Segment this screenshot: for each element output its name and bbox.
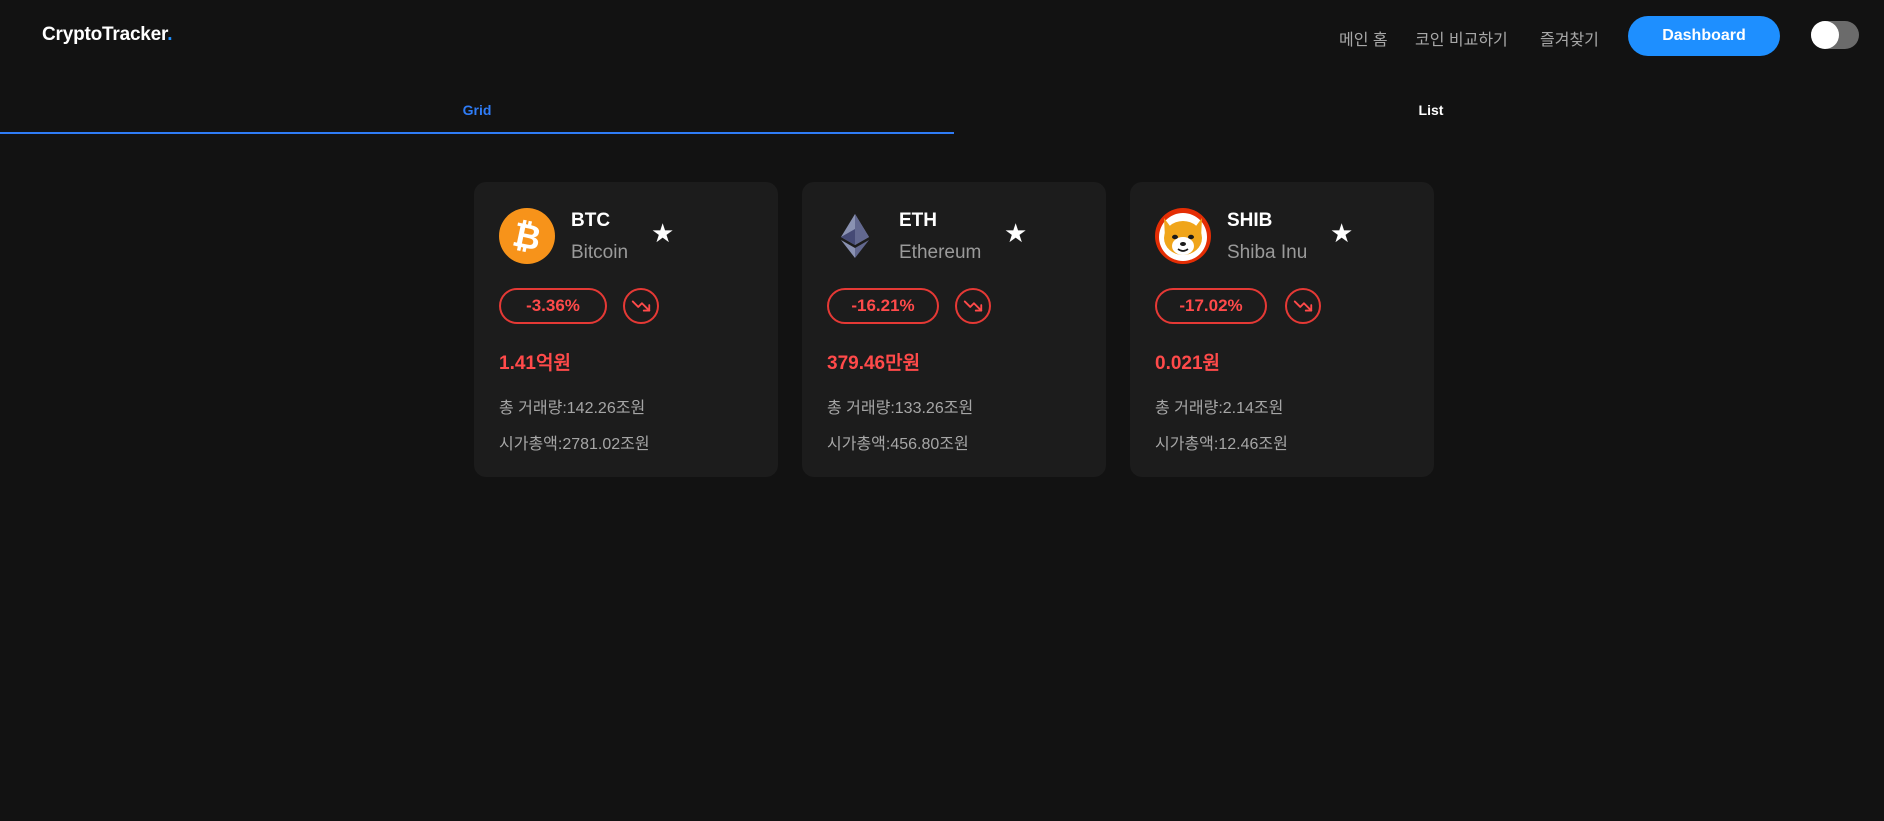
theme-toggle[interactable]: [1811, 21, 1859, 49]
nav-favorites[interactable]: 즐겨찾기: [1540, 26, 1599, 50]
toggle-knob: [1811, 21, 1839, 49]
coin-card-shib[interactable]: SHIB Shiba Inu ★ -17.02% 0.021원 총 거래량:2.…: [1130, 182, 1434, 477]
price-change-badge: -3.36%: [499, 288, 607, 324]
dashboard-button[interactable]: Dashboard: [1628, 16, 1780, 56]
coin-price: 0.021원: [1155, 353, 1221, 374]
market-cap: 시가총액:456.80조원: [827, 430, 969, 454]
nav-compare-coins[interactable]: 코인 비교하기: [1415, 26, 1508, 50]
coin-name: Ethereum: [899, 242, 982, 263]
coin-symbol: ETH: [899, 210, 937, 231]
price-change-badge: -16.21%: [827, 288, 939, 324]
coin-price: 379.46만원: [827, 353, 921, 374]
volume-label: 총 거래량:: [827, 400, 895, 417]
ethereum-icon: [841, 214, 869, 258]
favorite-star-icon[interactable]: ★: [1330, 220, 1353, 246]
volume-value: 2.14조원: [1222, 400, 1284, 417]
trending-down-icon: [955, 288, 991, 324]
cap-label: 시가총액:: [499, 436, 563, 453]
cap-label: 시가총액:: [827, 436, 891, 453]
volume-value: 142.26조원: [566, 400, 646, 417]
coin-name: Bitcoin: [571, 242, 629, 263]
coin-symbol: SHIB: [1227, 210, 1273, 231]
market-cap: 시가총액:12.46조원: [1155, 430, 1288, 454]
market-cap: 시가총액:2781.02조원: [499, 430, 650, 454]
tab-list[interactable]: List: [954, 94, 1884, 134]
volume-label: 총 거래량:: [499, 400, 567, 417]
shiba-inu-icon: [1155, 208, 1211, 264]
nav-main-home[interactable]: 메인 홈: [1339, 26, 1388, 50]
cap-label: 시가총액:: [1155, 436, 1219, 453]
app-logo[interactable]: CryptoTracker.: [42, 24, 172, 46]
trending-down-icon: [1285, 288, 1321, 324]
tab-grid[interactable]: Grid: [0, 94, 954, 134]
coin-symbol: BTC: [571, 210, 611, 231]
total-volume: 총 거래량:133.26조원: [827, 394, 973, 418]
cap-value: 456.80조원: [890, 436, 969, 453]
favorite-star-icon[interactable]: ★: [1004, 220, 1027, 246]
top-header: CryptoTracker. 메인 홈 코인 비교하기 즐겨찾기 Dashboa…: [0, 0, 1884, 72]
bitcoin-icon: ₿: [499, 208, 555, 264]
price-change-badge: -17.02%: [1155, 288, 1267, 324]
logo-dot: .: [167, 24, 173, 45]
total-volume: 총 거래량:2.14조원: [1155, 394, 1283, 418]
coin-price: 1.41억원: [499, 353, 571, 374]
coin-name: Shiba Inu: [1227, 242, 1308, 263]
volume-label: 총 거래량:: [1155, 400, 1223, 417]
total-volume: 총 거래량:142.26조원: [499, 394, 645, 418]
view-tabs: Grid List: [0, 94, 1884, 134]
volume-value: 133.26조원: [894, 400, 974, 417]
cap-value: 12.46조원: [1218, 436, 1288, 453]
logo-text: CryptoTracker: [42, 24, 168, 45]
cap-value: 2781.02조원: [562, 436, 650, 453]
coin-card-eth[interactable]: ETH Ethereum ★ -16.21% 379.46만원 총 거래량:13…: [802, 182, 1106, 477]
favorite-star-icon[interactable]: ★: [651, 220, 674, 246]
trending-down-icon: [623, 288, 659, 324]
coin-card-btc[interactable]: ₿ BTC Bitcoin ★ -3.36% 1.41억원 총 거래량:142.…: [474, 182, 778, 477]
